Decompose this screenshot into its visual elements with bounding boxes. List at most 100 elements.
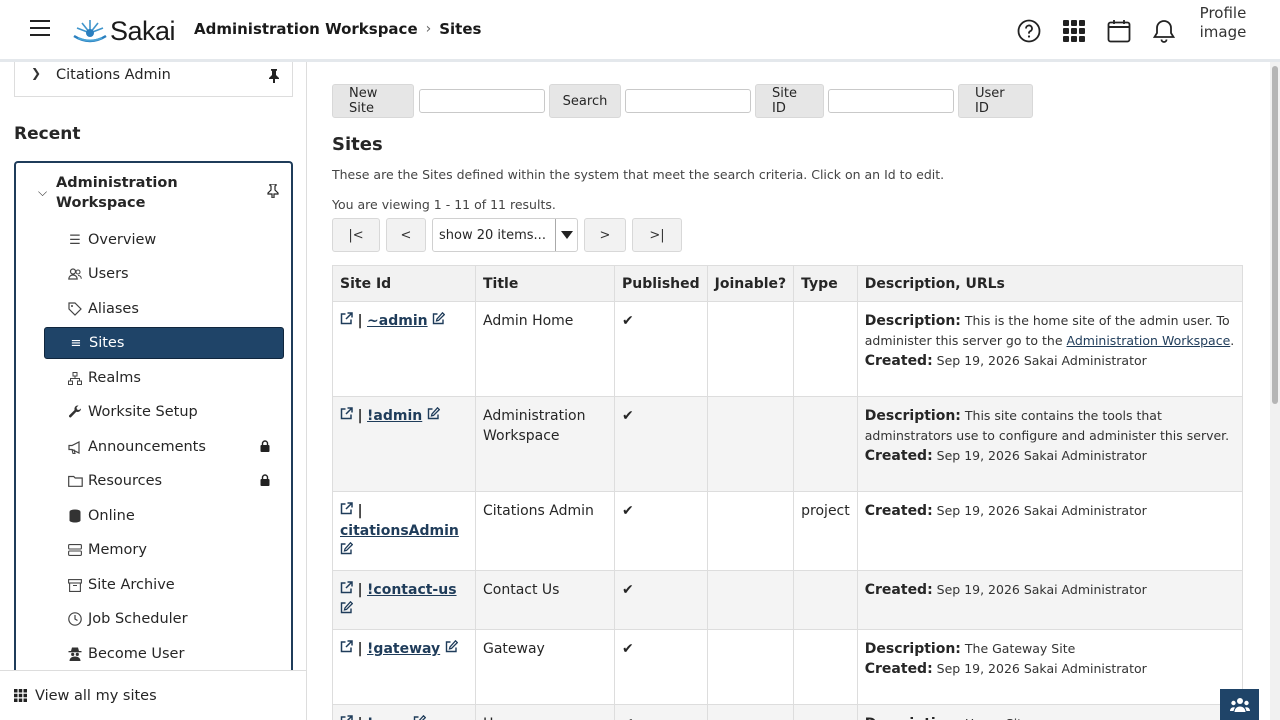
sidebar-item-realms[interactable]: Realms	[44, 362, 284, 394]
scrollbar-thumb[interactable]	[1272, 66, 1278, 404]
col-type[interactable]: Type	[793, 265, 858, 302]
cell-description: Created: Sep 19, 2026 Sakai Administrato…	[856, 570, 1244, 630]
edit-icon[interactable]	[340, 600, 354, 614]
site-id-link[interactable]: ~admin	[367, 313, 428, 329]
first-page-button[interactable]: |<	[332, 218, 380, 252]
edit-icon[interactable]	[340, 541, 354, 555]
last-page-button[interactable]: >|	[632, 218, 682, 252]
site-id-link[interactable]: !admin	[367, 408, 422, 424]
edit-icon[interactable]	[445, 639, 458, 653]
page-size-select[interactable]: show 20 items...	[432, 218, 578, 252]
col-title[interactable]: Title	[475, 265, 615, 302]
profile-image[interactable]: Profile image	[1198, 4, 1248, 56]
search-button[interactable]: Search	[549, 84, 621, 118]
external-link-icon[interactable]	[340, 715, 353, 720]
site-id-link[interactable]: !user	[367, 716, 408, 720]
sidebar-item-label: Sites	[89, 335, 125, 351]
cell-site-id: | !user	[332, 704, 476, 720]
breadcrumb-workspace[interactable]: Administration Workspace	[194, 20, 418, 38]
wrench-icon	[64, 405, 86, 419]
new-site-button[interactable]: New Site	[332, 84, 414, 118]
user-id-input[interactable]	[828, 89, 954, 113]
cell-description: Created: Sep 19, 2026 Sakai Administrato…	[856, 491, 1244, 571]
table-row: | !gateway Gateway ✔ Description: The Gate…	[332, 629, 1244, 705]
site-id-link[interactable]: !gateway	[367, 641, 440, 657]
external-link-icon[interactable]	[340, 407, 353, 420]
external-link-icon[interactable]	[340, 581, 353, 594]
edit-icon[interactable]	[432, 311, 446, 325]
next-page-button[interactable]: >	[584, 218, 626, 252]
sidebar-item-memory[interactable]: Memory	[44, 534, 284, 566]
cell-description: Description: This site contains the tool…	[856, 396, 1244, 492]
apps-grid-icon[interactable]	[1061, 18, 1087, 44]
hamburger-menu-icon[interactable]	[30, 20, 50, 40]
sidebar-item-label: Worksite Setup	[88, 404, 198, 420]
pin-icon[interactable]	[268, 69, 280, 83]
col-joinable[interactable]: Joinable?	[706, 265, 795, 302]
megaphone-icon	[64, 440, 86, 454]
sidebar-item-sites[interactable]: ≡ Sites	[44, 327, 284, 359]
group-title[interactable]: Administration Workspace	[56, 173, 226, 213]
col-published[interactable]: Published	[614, 265, 708, 302]
sidebar-item-label: Overview	[88, 232, 157, 248]
edit-icon[interactable]	[413, 714, 426, 720]
page-scrollbar[interactable]	[1270, 62, 1280, 720]
sidebar-item-users[interactable]: Users	[44, 258, 284, 290]
sakai-logo[interactable]: Sakai	[72, 16, 176, 46]
caret-down-icon	[555, 219, 577, 251]
prev-page-button[interactable]: <	[386, 218, 426, 252]
sidebar-item-online[interactable]: Online	[44, 500, 284, 532]
site-id-link[interactable]: !contact-us	[367, 582, 457, 598]
cell-published: ✔	[614, 491, 708, 571]
pinned-site-card[interactable]: ❯ Citations Admin	[14, 62, 293, 97]
pin-outline-icon[interactable]	[267, 184, 279, 198]
sidebar-item-site-archive[interactable]: Site Archive	[44, 569, 284, 601]
cell-site-id: | !gateway	[332, 629, 476, 705]
table-row: | ~admin Admin Home ✔ Description: This is…	[332, 301, 1244, 397]
admin-workspace-link[interactable]: Administration Workspace	[1067, 333, 1231, 348]
help-icon[interactable]	[1016, 18, 1042, 44]
list-icon: ≡	[70, 335, 82, 351]
sidebar-item-worksite-setup[interactable]: Worksite Setup	[44, 396, 284, 428]
site-id-link[interactable]: citationsAdmin	[340, 523, 459, 539]
roster-button[interactable]	[1220, 689, 1259, 720]
sidebar-item-become-user[interactable]: Become User	[44, 638, 284, 670]
external-link-icon[interactable]	[340, 502, 353, 515]
pinned-site-label[interactable]: Citations Admin	[56, 67, 171, 83]
recent-heading: Recent	[14, 124, 81, 144]
table-row: | !user Home✔ Description: Home Site	[332, 704, 1244, 720]
sidebar-item-label: Aliases	[88, 301, 139, 317]
description-label: Description:	[864, 313, 961, 329]
calendar-icon[interactable]	[1106, 18, 1132, 44]
external-link-icon[interactable]	[340, 312, 353, 325]
edit-icon[interactable]	[427, 406, 440, 420]
chevron-down-icon[interactable]: ⌵	[38, 185, 47, 200]
sidebar-item-overview[interactable]: ☰ Overview	[44, 224, 284, 256]
sidebar-item-aliases[interactable]: Aliases	[44, 293, 284, 325]
clock-icon	[64, 612, 86, 626]
view-all-label: View all my sites	[35, 687, 157, 704]
sidebar-item-announcements[interactable]: Announcements	[44, 431, 284, 463]
bell-icon[interactable]	[1151, 18, 1177, 44]
sidebar-item-job-scheduler[interactable]: Job Scheduler	[44, 603, 284, 635]
breadcrumb-current: Sites	[439, 20, 482, 38]
user-id-button[interactable]: User ID	[958, 84, 1033, 118]
description-text: Home Site	[965, 716, 1030, 720]
search-input[interactable]	[419, 89, 545, 113]
cell-description: Description: This is the home site of th…	[856, 301, 1244, 397]
external-link-icon[interactable]	[340, 640, 353, 653]
cell-type: project	[793, 491, 858, 571]
site-id-button[interactable]: Site ID	[755, 84, 824, 118]
page-title: Sites	[332, 134, 383, 155]
col-site-id[interactable]: Site Id	[332, 265, 476, 302]
sidebar-item-label: Job Scheduler	[88, 611, 188, 627]
view-all-sites-button[interactable]: View all my sites	[0, 670, 306, 720]
chevron-right-icon[interactable]: ❯	[31, 66, 41, 80]
lock-icon	[260, 440, 270, 452]
site-id-input[interactable]	[625, 89, 751, 113]
lock-icon	[260, 474, 270, 486]
created-label: Created:	[864, 661, 933, 677]
sidebar-item-resources[interactable]: Resources	[44, 465, 284, 497]
grid-icon	[14, 689, 27, 702]
admin-workspace-group: ⌵ Administration Workspace ☰ Overview Use…	[14, 161, 293, 701]
